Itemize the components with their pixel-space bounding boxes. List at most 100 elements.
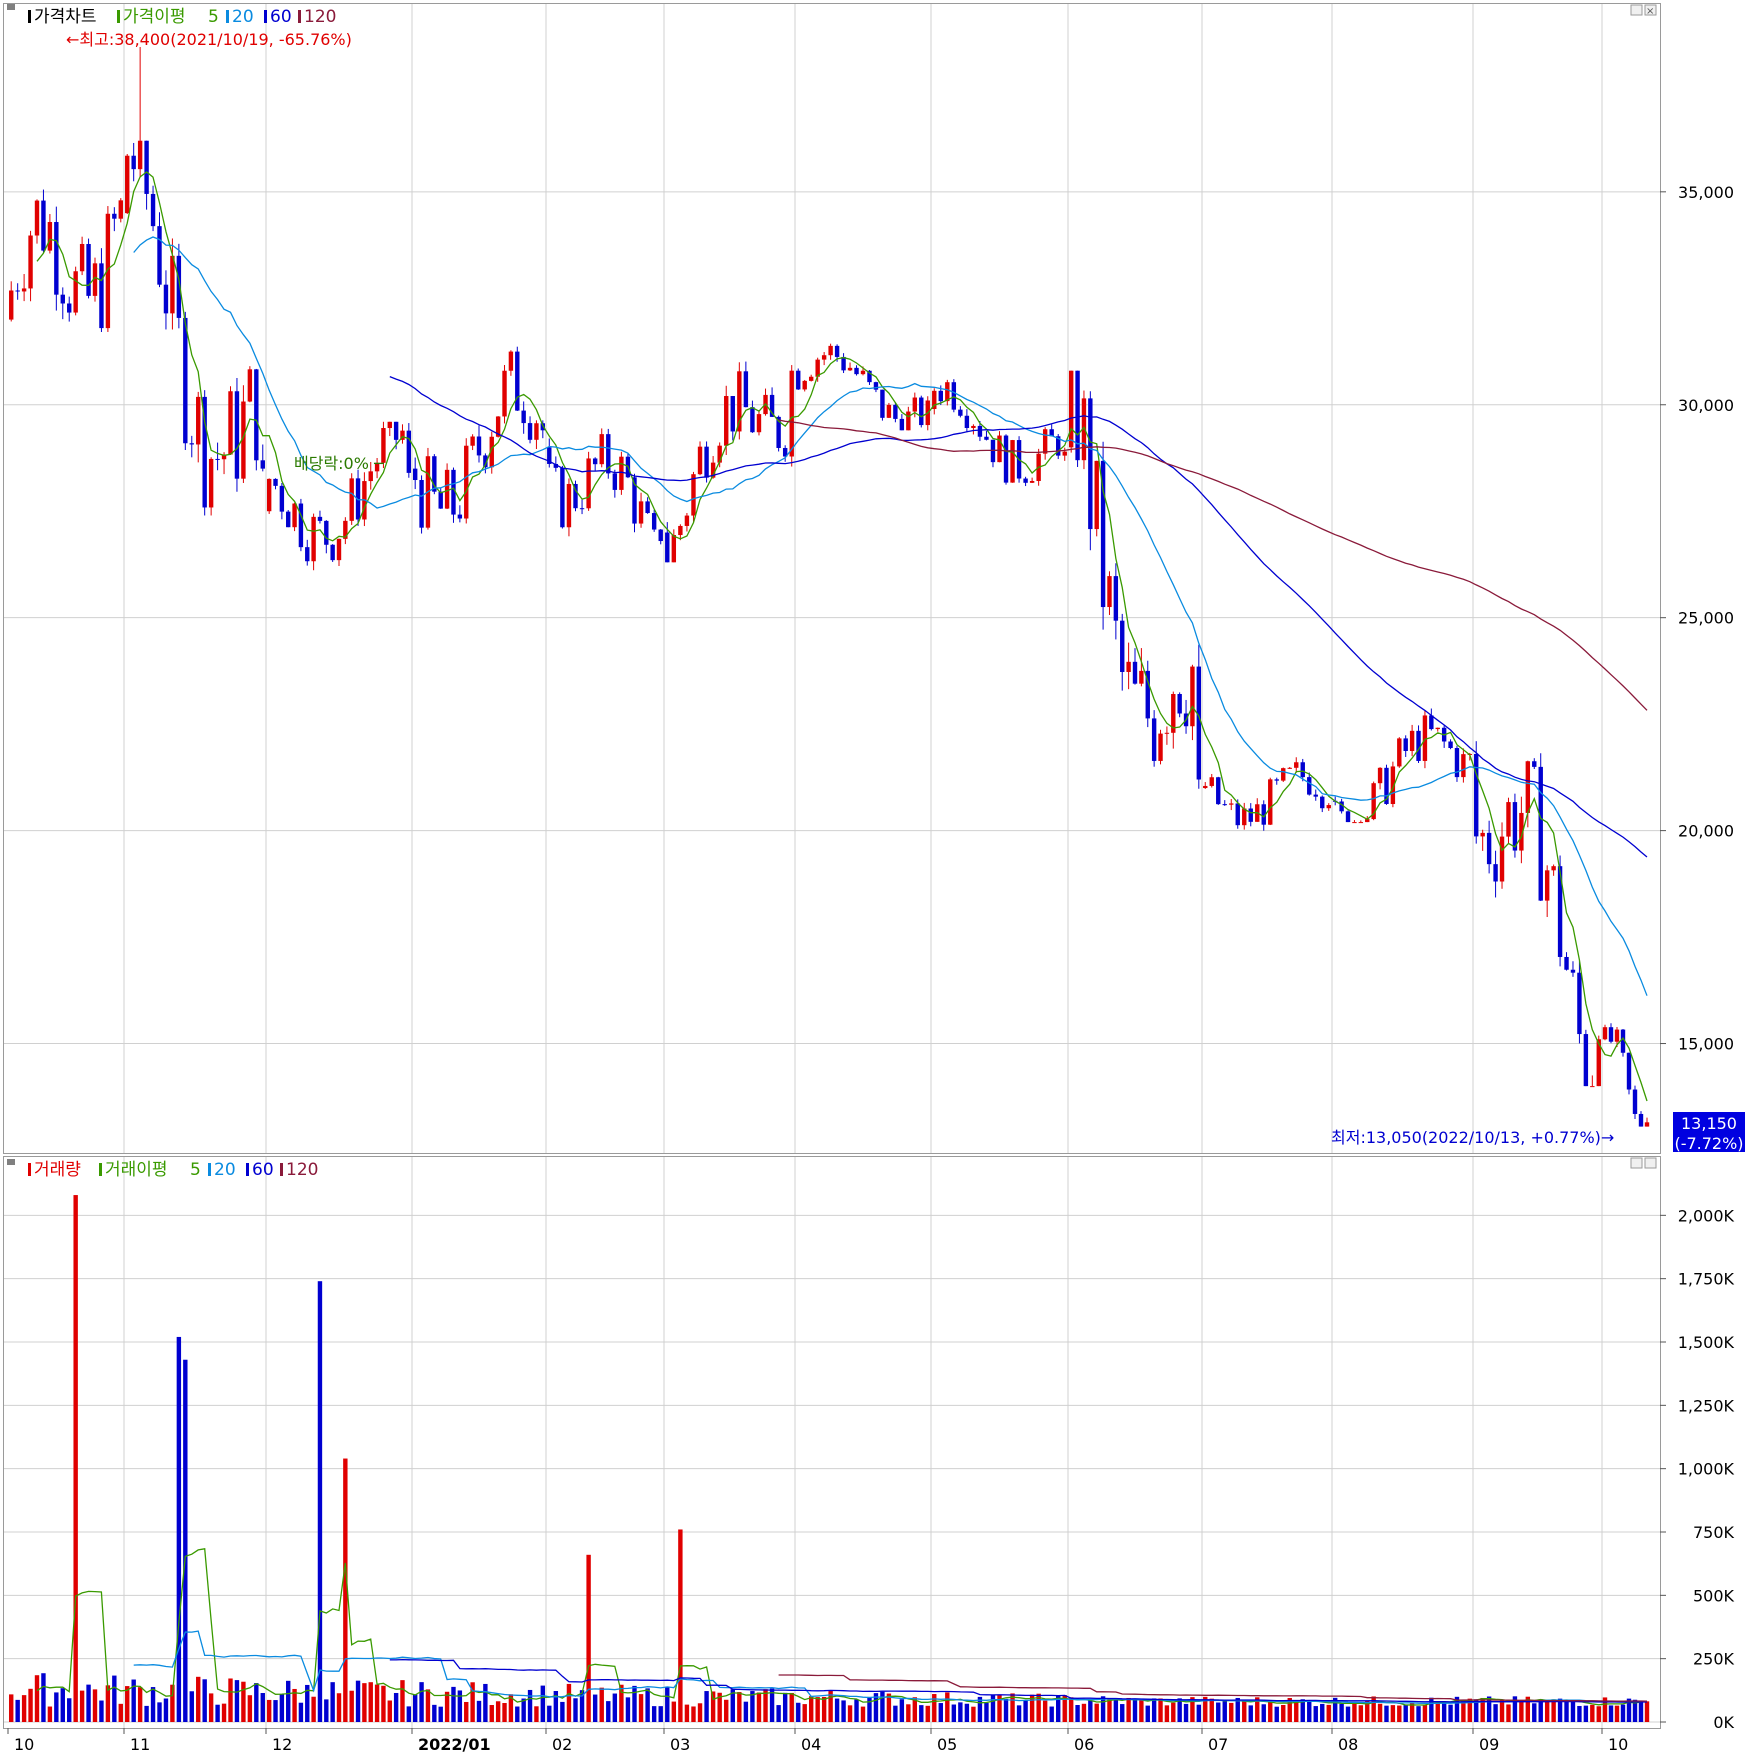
- candle-body: [802, 380, 807, 390]
- legend-vma-20[interactable]: 20: [214, 1160, 236, 1180]
- candle-body: [99, 263, 104, 329]
- volume-bar: [769, 1688, 775, 1722]
- candle-body: [1403, 738, 1408, 751]
- legend-ma-5[interactable]: 5: [208, 7, 219, 27]
- legend-price-ma[interactable]: 가격이평: [123, 7, 186, 27]
- candle-body: [592, 458, 598, 465]
- candle-body: [298, 503, 304, 548]
- candle-body: [678, 525, 683, 536]
- volume-bar: [860, 1706, 866, 1722]
- volume-bar: [796, 1702, 801, 1722]
- volume-bar: [15, 1699, 20, 1722]
- candle-body: [1358, 822, 1364, 824]
- volume-bar: [355, 1680, 361, 1722]
- candle-body: [470, 436, 475, 446]
- candle-body: [1274, 779, 1279, 781]
- candle-body: [750, 407, 755, 433]
- volume-bar: [1216, 1702, 1221, 1722]
- volume-bar: [1320, 1703, 1325, 1722]
- x-tick-label: 12: [272, 1735, 292, 1753]
- volume-bar: [1461, 1700, 1466, 1722]
- legend-vma-60[interactable]: 60: [252, 1160, 274, 1180]
- volume-bar: [632, 1685, 637, 1722]
- volume-bar: [665, 1686, 670, 1722]
- candle-body: [1281, 768, 1286, 781]
- volume-bar: [1248, 1705, 1253, 1722]
- candle-body: [21, 288, 27, 292]
- candle-body: [41, 200, 46, 251]
- volume-bar: [1145, 1705, 1150, 1722]
- candle-body: [691, 474, 696, 516]
- volume-bar: [854, 1699, 859, 1722]
- x-tick-label: 10: [1608, 1735, 1628, 1753]
- candle-body: [651, 513, 657, 530]
- volume-bar: [444, 1691, 450, 1722]
- candle-body: [1158, 733, 1163, 761]
- legend-ma-20[interactable]: 20: [232, 7, 254, 27]
- volume-bar: [906, 1704, 911, 1722]
- volume-bar: [483, 1683, 488, 1722]
- legend-volume-ma[interactable]: 거래이평: [105, 1160, 168, 1180]
- volume-bar: [400, 1680, 405, 1722]
- minimize-icon[interactable]: [1630, 4, 1643, 16]
- candle-body: [977, 425, 983, 437]
- volume-bar: [157, 1702, 162, 1722]
- volume-bar: [1519, 1701, 1524, 1722]
- volume-bar: [374, 1684, 380, 1722]
- volume-bar: [489, 1705, 494, 1722]
- legend-vma-120[interactable]: 120: [286, 1160, 318, 1180]
- volume-bar: [1209, 1698, 1214, 1722]
- legend-price-chart[interactable]: 가격차트: [34, 7, 97, 27]
- candle-body: [311, 516, 316, 562]
- candle-body: [1177, 694, 1182, 714]
- volume-bar: [336, 1693, 342, 1722]
- close-icon[interactable]: [1644, 1157, 1657, 1169]
- volume-bar: [802, 1704, 807, 1722]
- panel-handle-icon[interactable]: [7, 1159, 15, 1165]
- legend-marker-icon: [208, 1163, 211, 1176]
- candle-body: [893, 404, 898, 419]
- volume-bar: [73, 1195, 78, 1722]
- legend-ma-120[interactable]: 120: [304, 7, 336, 27]
- volume-bar: [317, 1281, 323, 1722]
- candle-body: [457, 514, 463, 519]
- candle-body: [79, 243, 85, 272]
- candle-body: [560, 467, 565, 528]
- legend-vma-5[interactable]: 5: [190, 1160, 201, 1180]
- volume-bar: [476, 1700, 482, 1722]
- volume-bar: [451, 1686, 456, 1722]
- volume-bar: [867, 1696, 872, 1722]
- candle-body: [841, 356, 846, 371]
- legend-ma-60[interactable]: 60: [270, 7, 292, 27]
- volume-bar: [1294, 1700, 1299, 1722]
- candle-body: [1626, 1052, 1632, 1090]
- volume-bar: [1493, 1704, 1498, 1722]
- candle-body: [796, 370, 801, 390]
- panel-handle-icon[interactable]: [7, 4, 15, 10]
- volume-bar: [1345, 1706, 1351, 1722]
- price-tick-label: 35,000: [1678, 183, 1734, 202]
- candle-body: [1062, 451, 1067, 456]
- candle-body: [189, 443, 194, 445]
- volume-bar: [1532, 1703, 1537, 1722]
- volume-bar: [1274, 1706, 1279, 1722]
- x-tick-label: 2022/01: [418, 1735, 491, 1753]
- volume-bar: [515, 1706, 520, 1722]
- x-tick-label: 02: [552, 1735, 572, 1753]
- volume-bar: [951, 1704, 957, 1722]
- legend-volume[interactable]: 거래량: [34, 1160, 81, 1180]
- minimize-icon[interactable]: [1630, 1157, 1643, 1169]
- volume-bar: [1132, 1699, 1138, 1722]
- candle-body: [1538, 766, 1543, 901]
- x-tick-label: 06: [1074, 1735, 1094, 1753]
- volume-bar: [1377, 1703, 1383, 1722]
- candle-body: [724, 396, 729, 446]
- volume-bar: [724, 1699, 729, 1722]
- candle-body: [730, 396, 735, 432]
- volume-bar: [502, 1703, 507, 1722]
- candle-body: [150, 193, 156, 227]
- candle-body: [208, 458, 214, 508]
- volume-bar: [221, 1703, 227, 1722]
- volume-bar: [1081, 1703, 1087, 1722]
- volume-bar: [932, 1694, 937, 1722]
